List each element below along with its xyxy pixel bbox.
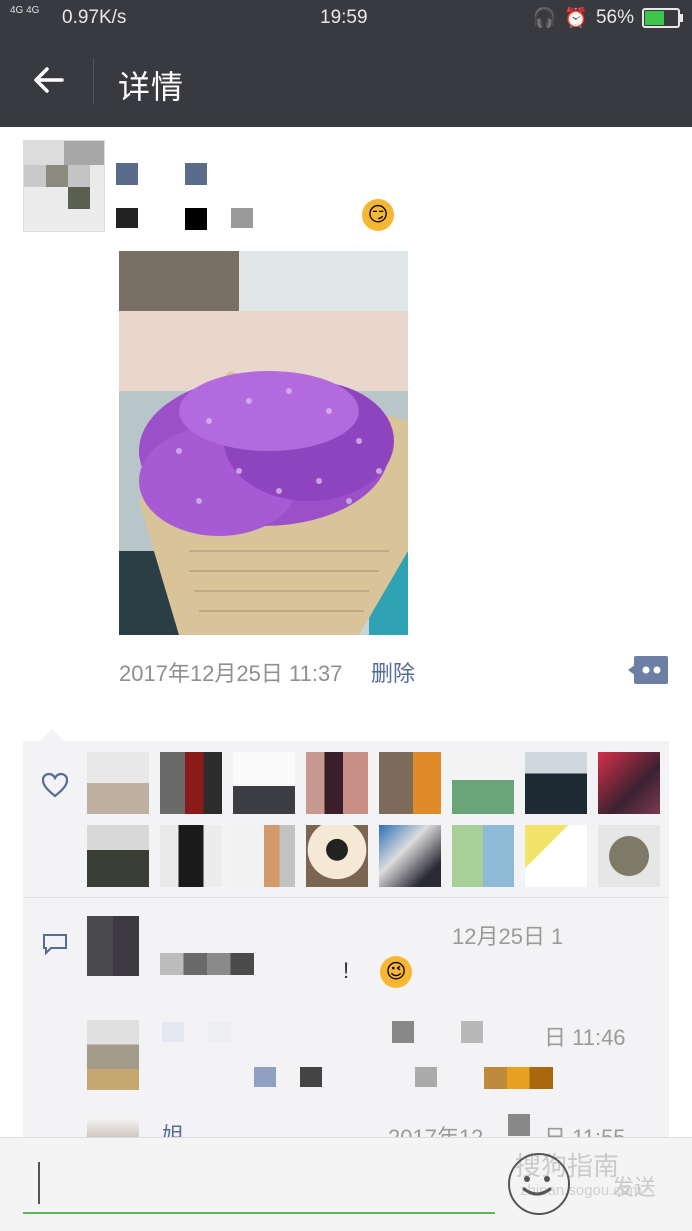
clock: 19:59 — [320, 7, 368, 28]
author-name-mosaic — [185, 163, 207, 185]
comment-text-mosaic — [160, 953, 254, 975]
commenter-avatar[interactable] — [87, 1020, 139, 1090]
text-caret — [38, 1162, 40, 1204]
comment-text-mosaic — [300, 1067, 322, 1087]
emoji-button[interactable] — [508, 1153, 570, 1215]
status-bar: 4G 4G 0.97K/s 19:59 🎧 ⏰ 56% — [0, 0, 692, 36]
comment-icon — [43, 934, 67, 955]
commenter-name-mosaic — [162, 1022, 184, 1042]
like-avatar[interactable] — [525, 825, 587, 887]
like-avatar[interactable] — [379, 825, 441, 887]
like-avatar[interactable] — [598, 752, 660, 814]
like-avatar[interactable] — [233, 825, 295, 887]
commenter-avatar[interactable] — [87, 1118, 139, 1137]
smirk-emoji-icon: 😏 — [362, 199, 394, 231]
like-avatar[interactable] — [160, 825, 222, 887]
author-avatar[interactable] — [23, 140, 105, 232]
comment-text-mosaic — [254, 1067, 276, 1087]
like-avatar[interactable] — [452, 752, 514, 814]
post-text-mosaic — [185, 208, 207, 230]
headset-icon: 🎧 — [532, 8, 557, 29]
panel-divider — [23, 897, 669, 898]
comment-input[interactable] — [23, 1160, 495, 1214]
status-right: 🎧 ⏰ 56% — [532, 6, 683, 30]
post-text-mosaic — [231, 208, 253, 228]
commenter-name-mosaic — [208, 1022, 230, 1042]
battery-percent: 56% — [595, 7, 634, 28]
network-speed: 0.97K/s — [62, 7, 127, 28]
send-overlay: 发送 — [612, 1175, 657, 1200]
commenter-avatar[interactable] — [87, 916, 139, 976]
post-timestamp: 2017年12月25日 11:37 — [119, 661, 343, 686]
battery-icon — [642, 8, 683, 28]
comment-time: 日 11:46 — [544, 1025, 626, 1050]
comment-text-mosaic — [484, 1067, 553, 1089]
comment-text-mosaic — [461, 1021, 483, 1043]
smiley-icon — [522, 1176, 552, 1196]
comment-text-mosaic — [392, 1021, 414, 1043]
title-divider — [93, 58, 94, 104]
like-avatar[interactable] — [306, 825, 368, 887]
panel-pointer — [40, 729, 64, 741]
battery-fill — [645, 11, 665, 25]
arrow-left-icon[interactable] — [28, 60, 68, 100]
delete-link[interactable]: 删除 — [371, 656, 415, 688]
like-avatar[interactable] — [233, 752, 295, 814]
like-avatar[interactable] — [160, 752, 222, 814]
network-indicator: 4G 4G — [10, 5, 40, 16]
like-avatar[interactable] — [525, 752, 587, 814]
post-photo[interactable] — [119, 251, 408, 635]
like-avatar[interactable] — [452, 825, 514, 887]
like-avatar[interactable] — [379, 752, 441, 814]
like-avatar[interactable] — [87, 825, 149, 887]
page-title: 详情 — [118, 69, 185, 105]
comment-time: 12月25日 1 — [452, 924, 564, 949]
like-avatar[interactable] — [87, 752, 149, 814]
post-text-mosaic — [116, 208, 138, 228]
heart-icon — [41, 772, 69, 798]
alarm-icon: ⏰ — [564, 8, 588, 29]
more-options-icon[interactable] — [628, 656, 668, 684]
title-bar: 详情 — [0, 36, 692, 127]
wink-emoji-icon: 😉 — [380, 956, 412, 988]
like-avatar[interactable] — [306, 752, 368, 814]
comment-time-mosaic — [508, 1114, 530, 1136]
comment-text-mosaic — [415, 1067, 437, 1087]
like-avatar[interactable] — [598, 825, 660, 887]
author-name-mosaic — [116, 163, 138, 185]
comment-text-fragment: ! — [343, 958, 350, 983]
